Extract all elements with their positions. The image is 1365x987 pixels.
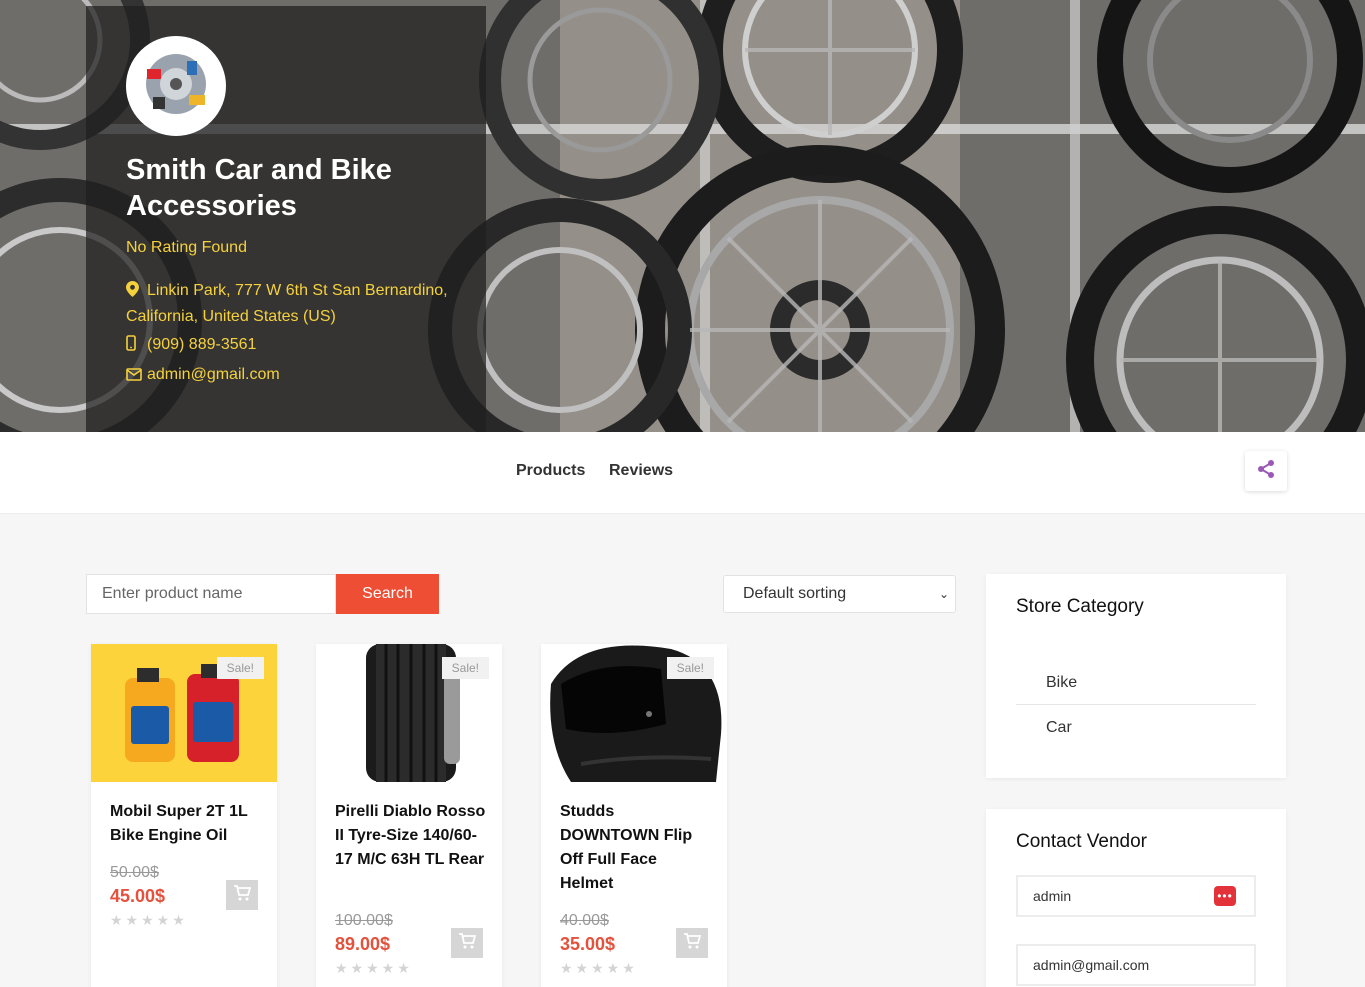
store-banner: Smith Car and Bike Accessories No Rating… (0, 0, 1365, 432)
product-card[interactable]: Sale! Pirelli Diablo Rosso II Tyre-Size … (316, 644, 502, 987)
tab-products[interactable]: Products (516, 462, 585, 480)
old-price: 50.00$ (110, 864, 159, 881)
old-price: 100.00$ (335, 912, 393, 929)
contact-name-field[interactable]: admin ••• (1016, 875, 1256, 917)
sort-select[interactable]: Default sorting ⌄ (723, 575, 956, 613)
add-to-cart-button[interactable] (226, 880, 258, 910)
store-address: Linkin Park, 777 W 6th St San Bernardino… (126, 279, 456, 329)
category-item-bike[interactable]: Bike (1016, 660, 1256, 705)
cart-icon (458, 932, 477, 954)
star-rating: ★★★★★ (335, 960, 413, 976)
old-price: 40.00$ (560, 912, 609, 929)
store-logo (126, 36, 226, 136)
product-card[interactable]: Sale! Studds DOWNTOWN Flip Off Full Face… (541, 644, 727, 987)
contact-email-field[interactable]: admin@gmail.com (1016, 944, 1256, 986)
product-search-input[interactable] (86, 574, 336, 614)
sort-selected-value: Default sorting (743, 585, 847, 602)
sale-price: 45.00$ (110, 886, 166, 906)
add-to-cart-button[interactable] (676, 928, 708, 958)
sale-price: 35.00$ (560, 934, 616, 954)
cart-icon (233, 884, 252, 906)
product-card[interactable]: Sale! Mobil Super 2T 1L Bike Engine Oil … (91, 644, 277, 987)
contact-name-value: admin (1033, 888, 1072, 904)
map-marker-icon (126, 281, 142, 305)
product-title[interactable]: Pirelli Diablo Rosso II Tyre-Size 140/60… (335, 800, 487, 872)
sale-badge: Sale! (441, 657, 489, 679)
store-email: admin@gmail.com (126, 363, 280, 389)
share-button[interactable] (1245, 451, 1287, 491)
store-category-title: Store Category (1016, 596, 1144, 617)
product-title[interactable]: Mobil Super 2T 1L Bike Engine Oil (110, 800, 262, 848)
store-phone-text: (909) 889-3561 (147, 336, 257, 353)
category-item-car[interactable]: Car (1016, 705, 1256, 750)
password-manager-icon[interactable]: ••• (1214, 886, 1236, 906)
envelope-icon (126, 365, 142, 389)
mobile-phone-icon (126, 335, 142, 359)
search-button[interactable]: Search (336, 574, 439, 614)
tab-reviews[interactable]: Reviews (609, 462, 673, 480)
sale-badge: Sale! (216, 657, 264, 679)
product-title[interactable]: Studds DOWNTOWN Flip Off Full Face Helme… (560, 800, 712, 896)
contact-vendor-title: Contact Vendor (1016, 831, 1147, 852)
store-phone: (909) 889-3561 (126, 333, 256, 359)
store-tabs-bar: Products Reviews (0, 432, 1365, 514)
add-to-cart-button[interactable] (451, 928, 483, 958)
store-email-text[interactable]: admin@gmail.com (147, 366, 280, 383)
contact-email-value: admin@gmail.com (1033, 957, 1150, 973)
cart-icon (683, 932, 702, 954)
share-icon (1256, 459, 1276, 484)
store-name: Smith Car and Bike Accessories (126, 154, 392, 222)
star-rating: ★★★★★ (110, 912, 188, 928)
store-address-text: Linkin Park, 777 W 6th St San Bernardino… (126, 282, 448, 325)
contact-vendor-widget: Contact Vendor admin ••• admin@gmail.com (986, 809, 1286, 987)
store-info-panel: Smith Car and Bike Accessories No Rating… (86, 6, 486, 432)
sale-badge: Sale! (666, 657, 714, 679)
star-rating: ★★★★★ (560, 960, 638, 976)
store-rating: No Rating Found (126, 239, 247, 256)
chevron-down-icon: ⌄ (938, 587, 949, 601)
sale-price: 89.00$ (335, 934, 391, 954)
store-category-widget: Store Category Bike Car (986, 574, 1286, 778)
